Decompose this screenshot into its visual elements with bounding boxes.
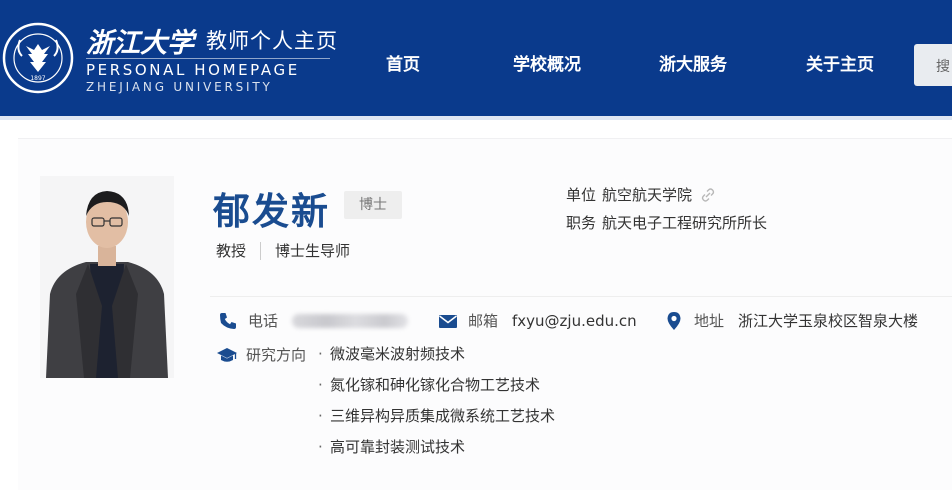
link-icon[interactable]: [700, 187, 716, 203]
research-list: 微波毫米波射频技术 氮化镓和砷化镓化合物工艺技术 三维异构异质集成微系统工艺技术…: [318, 344, 555, 468]
research-heading: 研究方向: [216, 344, 306, 365]
unit-row: 单位 航空航天学院: [566, 184, 716, 205]
section-divider: [210, 296, 952, 297]
brand-title[interactable]: 浙江大学 教师个人主页: [86, 20, 338, 60]
location-pin-icon: [667, 311, 681, 330]
list-item: 微波毫米波射频技术: [318, 344, 555, 375]
zju-emblem-icon[interactable]: 1897: [2, 20, 74, 96]
site-header: 1897 浙江大学 教师个人主页 PERSONAL HOMEPAGE ZHEJI…: [0, 0, 952, 120]
profile-photo: [40, 176, 174, 378]
nav-zju-services[interactable]: 浙大服务: [659, 50, 727, 75]
position-label: 职务: [566, 214, 597, 232]
unit-value[interactable]: 航空航天学院: [602, 184, 692, 205]
search-button[interactable]: 搜: [914, 44, 952, 86]
email-item: 邮箱 fxyu@zju.edu.cn: [438, 310, 637, 331]
academic-title: 教授: [216, 242, 247, 260]
phone-value-blurred: [292, 313, 409, 328]
address-value: 浙江大学玉泉校区智泉大楼: [738, 312, 919, 330]
list-item: 三维异构异质集成微系统工艺技术: [318, 406, 555, 437]
title-line: 教授 博士生导师: [216, 240, 350, 261]
nav-school-overview[interactable]: 学校概况: [513, 50, 581, 75]
address-label: 地址: [694, 312, 725, 330]
homepage-subtitle-en: PERSONAL HOMEPAGE: [86, 61, 300, 79]
list-item: 高可靠封装测试技术: [318, 437, 555, 468]
university-name-cn: 浙江大学: [86, 27, 194, 59]
email-label: 邮箱: [468, 312, 499, 330]
professor-name: 郁发新: [213, 190, 330, 233]
position-value: 航天电子工程研究所所长: [602, 214, 768, 232]
logo-year: 1897: [30, 75, 45, 82]
supervisor-role: 博士生导师: [275, 242, 351, 260]
phone-item: 电话: [218, 310, 409, 331]
list-item: 氮化镓和砷化镓化合物工艺技术: [318, 375, 555, 406]
university-name-en: ZHEJIANG UNIVERSITY: [86, 80, 273, 94]
address-item: 地址 浙江大学玉泉校区智泉大楼: [664, 310, 918, 331]
email-value[interactable]: fxyu@zju.edu.cn: [512, 312, 637, 330]
homepage-subtitle-cn: 教师个人主页: [206, 29, 338, 53]
nav-about-homepage[interactable]: 关于主页: [806, 50, 874, 75]
mail-icon: [439, 314, 457, 328]
research-label: 研究方向: [246, 346, 307, 364]
title-separator: [260, 241, 262, 260]
phone-icon: [220, 312, 236, 329]
phone-label: 电话: [248, 312, 279, 330]
degree-badge: 博士: [344, 191, 402, 219]
position-row: 职务 航天电子工程研究所所长: [566, 212, 767, 233]
unit-label: 单位: [566, 186, 597, 204]
nav-home[interactable]: 首页: [386, 50, 420, 75]
brand-divider: [86, 58, 330, 59]
graduation-cap-icon: [217, 347, 237, 362]
